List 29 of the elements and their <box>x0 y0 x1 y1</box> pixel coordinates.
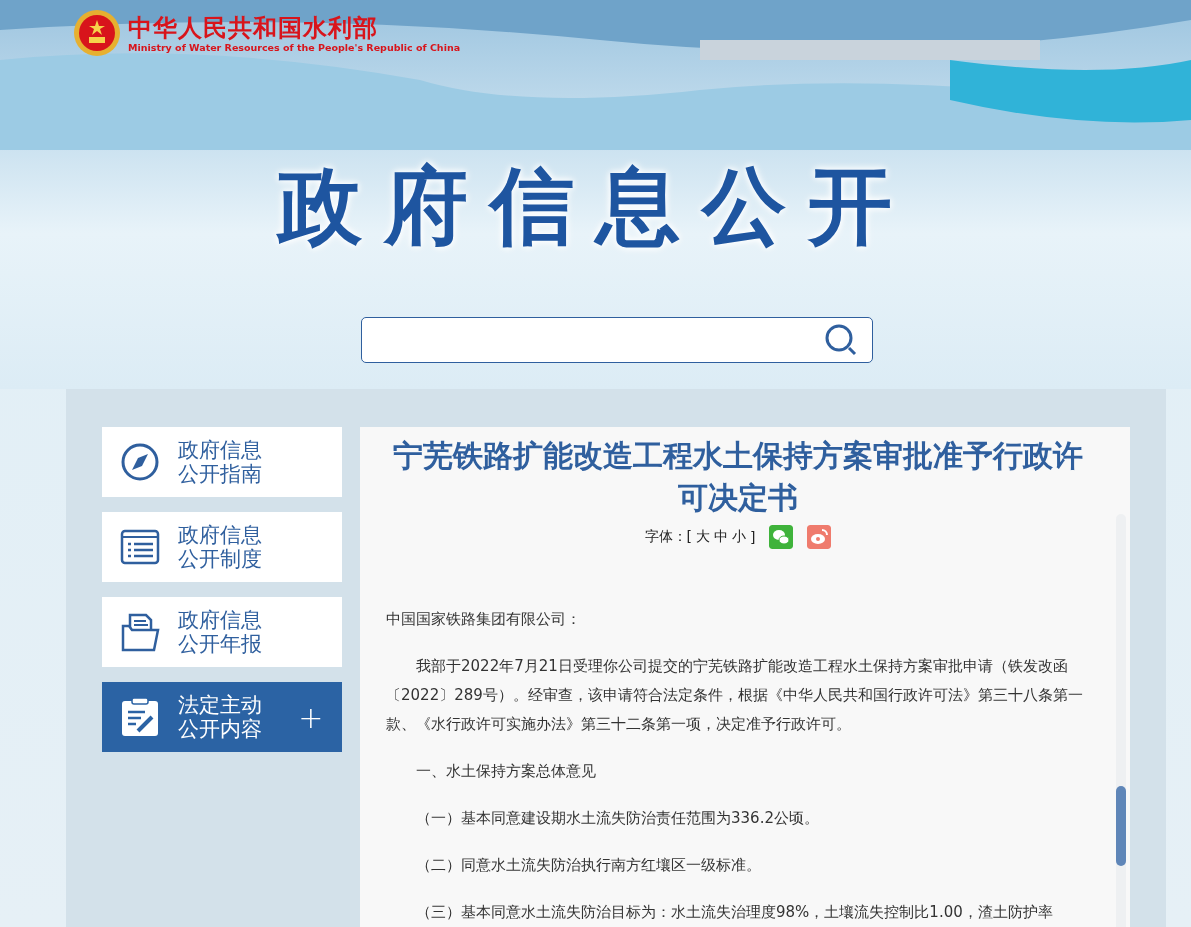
weibo-share-icon[interactable] <box>807 525 832 549</box>
folder-document-icon <box>120 612 160 652</box>
font-size-link[interactable]: 大 <box>696 528 710 546</box>
article-paragraph: （三）基本同意水土流失防治目标为：水土流失治理度98%，土壤流失控制比1.00，渣土防护率 <box>415 902 1054 923</box>
compass-icon <box>120 442 160 482</box>
sidebar-item[interactable]: 政府信息公开制度 <box>102 512 342 582</box>
sidebar-item[interactable]: 法定主动公开内容 + <box>102 682 342 752</box>
search-icon[interactable] <box>824 323 858 357</box>
article-paragraph: 一、水土保持方案总体意见 <box>415 761 597 782</box>
sidebar-item[interactable]: 政府信息公开指南 <box>102 427 342 497</box>
search-field[interactable] <box>361 317 873 363</box>
bracket-text: ] <box>750 529 756 545</box>
article-paragraph: 我部于2022年7月21日受理你公司提交的宁芜铁路扩能改造工程水土保持方案审批申请（铁发改函〔2022〕289号）。经审查，该申请符合法定条件，根据《中华人民共和国行政许可法》第三十八条第一款、《水行政许可实施办法》第三十二条第一项，决定准予行政许可。 <box>386 656 1084 735</box>
article-paragraph: （一）基本同意建设期水土流失防治责任范围为336.2公顷。 <box>415 808 820 829</box>
article-paragraph: （二）同意水土流失防治执行南方红壤区一级标准。 <box>415 855 762 876</box>
font-size-label: 字体：[ <box>644 528 692 546</box>
font-size-link[interactable]: 中 <box>714 528 728 546</box>
article-title: 宁芜铁路扩能改造工程水土保持方案审批准予行政许可决定书 <box>392 437 1084 517</box>
wechat-share-icon[interactable] <box>769 525 794 549</box>
article-paragraph: 中国国家铁路集团有限公司： <box>386 609 582 630</box>
document-list-icon <box>120 527 160 567</box>
national-emblem-icon <box>72 8 122 58</box>
banner-title: 政府信息公开 <box>275 156 915 257</box>
sidebar-item[interactable]: 政府信息公开年报 <box>102 597 342 667</box>
scrollbar[interactable] <box>1116 514 1126 927</box>
font-size-link[interactable]: 小 <box>732 528 746 546</box>
site-name: 中华人民共和国水利部 <box>128 13 379 42</box>
clipboard-pen-icon <box>120 697 160 737</box>
site-name-english: Ministry of Water Resources of the People's Republic of China <box>128 41 461 53</box>
